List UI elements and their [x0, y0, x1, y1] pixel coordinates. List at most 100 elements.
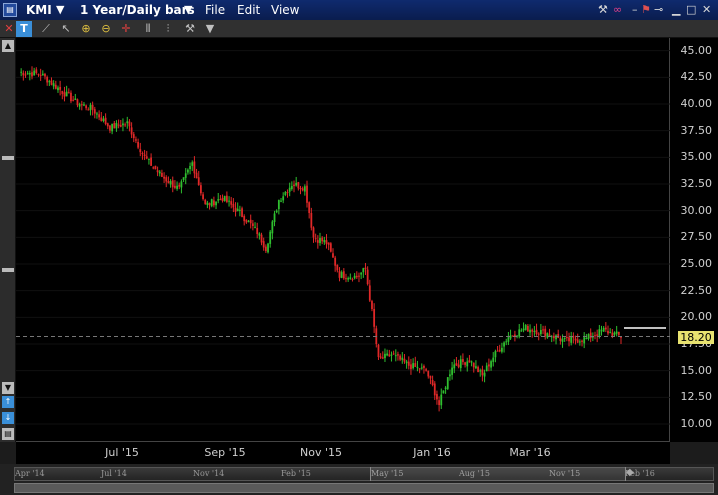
candle-body [329, 243, 332, 252]
candle-body [143, 154, 146, 156]
candle-body [187, 169, 189, 173]
price-chart[interactable] [16, 38, 670, 442]
scale-up-icon[interactable]: ↑ [2, 396, 14, 408]
candle-body [80, 104, 83, 106]
candle-body [288, 187, 291, 192]
candle-body [316, 240, 319, 243]
candle-body [163, 176, 165, 179]
candle-body [52, 83, 55, 87]
window-minimize-icon[interactable]: ▁ [672, 3, 680, 16]
zoom-in-icon[interactable]: ⊕ [78, 21, 94, 37]
candle-body [83, 104, 85, 106]
period-selector[interactable]: 1 Year/Daily bars [80, 3, 195, 17]
candle-body [78, 104, 81, 107]
candle-body [570, 336, 573, 343]
candle-body [403, 358, 406, 362]
window-maximize-icon[interactable]: □ [686, 3, 696, 16]
crosshair-icon[interactable]: ✛ [118, 21, 134, 37]
split-view-icon[interactable]: ⫴ [140, 21, 156, 37]
candle-body [583, 337, 586, 344]
window-close-icon[interactable]: ✕ [702, 3, 711, 16]
navigator-window[interactable] [370, 467, 626, 481]
menu-view[interactable]: View [271, 3, 299, 17]
candle-body [161, 172, 163, 177]
candle-body [611, 332, 614, 337]
candle-body [303, 186, 306, 192]
candle-body [470, 361, 473, 363]
candle-body [312, 227, 315, 238]
candle-body [574, 338, 577, 341]
candle-body [87, 109, 90, 111]
close-tool-icon[interactable]: ✕ [1, 21, 17, 37]
candle-body [314, 238, 317, 240]
candle-body [176, 185, 178, 189]
candle-body [381, 357, 384, 359]
pointer-icon[interactable]: ↖ [58, 21, 74, 37]
y-tick-label: 25.00 [680, 257, 713, 270]
candle-body [371, 301, 373, 310]
candle-body [74, 98, 77, 100]
period-dropdown-icon[interactable]: ▼ [184, 3, 192, 16]
candlestick-plot[interactable] [16, 38, 670, 442]
draw-line-icon[interactable]: ⟋ [38, 21, 54, 37]
y-tick-label: 35.00 [680, 150, 713, 164]
candle-body [412, 363, 415, 369]
pane-divider-handle-2[interactable] [2, 268, 14, 272]
candle-body [436, 394, 438, 400]
candle-body [297, 182, 300, 189]
candle-body [533, 330, 536, 332]
symbol-dropdown-icon[interactable]: ▼ [56, 3, 64, 16]
candle-body [269, 231, 272, 244]
candle-body [293, 184, 295, 187]
menu-edit[interactable]: Edit [237, 3, 260, 17]
candle-body [260, 234, 263, 243]
candle-body [217, 199, 220, 201]
candle-body [518, 329, 521, 337]
candle-body [96, 113, 98, 115]
settings-wrench-icon[interactable]: ⚒ [182, 21, 198, 37]
pin-icon[interactable]: ⊸ [654, 3, 663, 16]
candle-body [54, 84, 57, 89]
symbol-selector[interactable]: KMI [26, 3, 52, 17]
navigator-handle-icon[interactable]: ◆ [626, 467, 634, 478]
candle-body [416, 366, 419, 368]
candle-body [490, 361, 492, 368]
candle-body [351, 278, 354, 280]
candle-body [93, 109, 96, 114]
candle-body [280, 200, 282, 202]
pane-divider-handle[interactable] [2, 156, 14, 160]
candle-body [555, 335, 557, 340]
bars-style-icon[interactable]: ⫶ [160, 21, 176, 37]
candle-body [273, 213, 276, 222]
candle-body [158, 171, 161, 174]
y-tick-label: 20.00 [680, 310, 713, 324]
candle-body [420, 367, 423, 369]
candle-body [492, 357, 495, 362]
y-tick-label: 37.50 [680, 123, 713, 137]
scroll-up-icon[interactable]: ▲ [2, 40, 14, 52]
scroll-down-icon[interactable]: ▼ [2, 382, 14, 394]
navigator-scrollbar[interactable] [14, 483, 714, 493]
candle-body [301, 188, 304, 191]
candle-body [115, 122, 118, 129]
text-tool-icon[interactable]: T [16, 21, 32, 37]
candle-body [44, 73, 46, 77]
candle-body [433, 383, 436, 396]
minimize-icon[interactable]: – [632, 3, 638, 16]
candle-body [578, 341, 581, 343]
candle-body [475, 366, 477, 369]
link-icon[interactable]: ∞ [613, 3, 622, 16]
app-icon[interactable]: ▤ [3, 3, 17, 17]
price-axis[interactable]: 45.00 42.50 40.00 37.50 35.00 32.50 30.00 27.50… [670, 38, 718, 442]
zoom-out-icon[interactable]: ⊖ [98, 21, 114, 37]
scale-down-icon[interactable]: ↓ [2, 412, 14, 424]
wrench-icon[interactable]: ⚒ [598, 3, 608, 16]
candle-body [483, 372, 486, 377]
candle-body [122, 123, 124, 126]
chart-mode-icon[interactable]: ▤ [2, 428, 14, 440]
candle-body [585, 338, 588, 340]
time-axis[interactable]: Jul '15 Sep '15 Nov '15 Jan '16 Mar '16 [16, 442, 670, 464]
more-tools-dropdown-icon[interactable]: ▼ [202, 21, 218, 37]
flag-icon[interactable]: ⚑ [641, 3, 651, 16]
menu-file[interactable]: File [205, 3, 225, 17]
